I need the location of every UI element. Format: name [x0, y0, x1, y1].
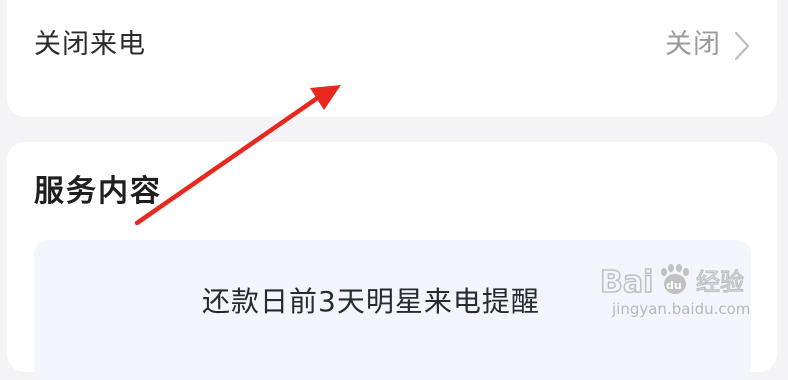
close-incoming-call-row[interactable]: 关闭来电 关闭: [7, 0, 777, 90]
service-info-box: 还款日前3天明星来电提醒: [34, 240, 751, 380]
service-description: 还款日前3天明星来电提醒: [202, 285, 540, 318]
settings-card: 关闭来电 关闭: [7, 0, 777, 117]
service-card: 服务内容 还款日前3天明星来电提醒: [7, 142, 777, 380]
setting-value: 关闭: [665, 29, 721, 60]
setting-label: 关闭来电: [34, 29, 146, 60]
section-title: 服务内容: [34, 174, 162, 209]
chevron-right-icon: [734, 31, 750, 61]
